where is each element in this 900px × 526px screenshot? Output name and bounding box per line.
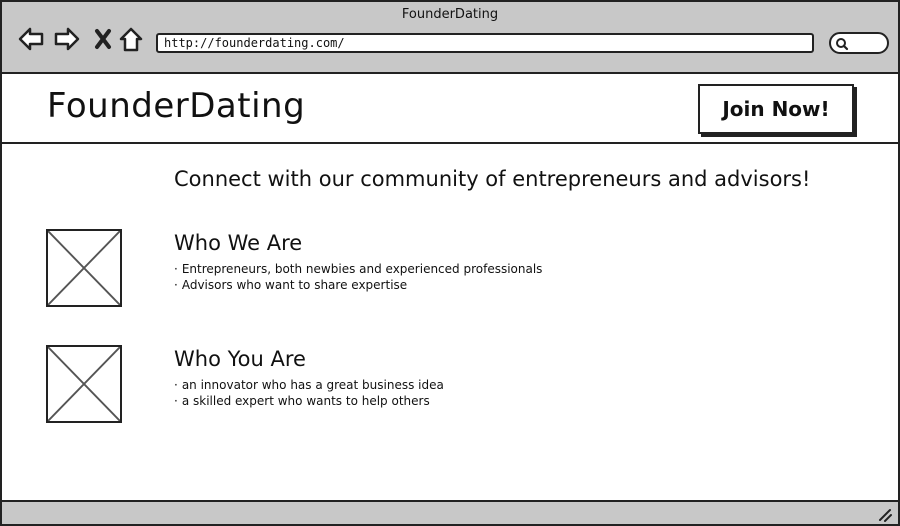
list-item: Advisors who want to share expertise [174, 277, 542, 293]
join-now-button[interactable]: Join Now! [698, 84, 854, 134]
list-item: Entrepreneurs, both newbies and experien… [174, 261, 543, 277]
browser-search-button[interactable] [829, 32, 889, 54]
image-placeholder-icon [48, 231, 120, 305]
section-title-who-you-are: Who You Are [174, 347, 306, 371]
image-placeholder [46, 345, 122, 423]
home-button[interactable] [116, 24, 146, 54]
back-arrow-icon [18, 27, 44, 51]
address-bar[interactable] [156, 33, 814, 53]
stop-button[interactable] [88, 24, 118, 54]
site-logo[interactable]: FounderDating [47, 86, 305, 126]
browser-toolbar: FounderDating [2, 2, 898, 74]
page-tagline: Connect with our community of entreprene… [174, 167, 811, 191]
window-title: FounderDating [401, 7, 499, 22]
who-you-are-list: an innovator who has a great business id… [174, 377, 444, 409]
forward-button[interactable] [52, 24, 82, 54]
image-placeholder [46, 229, 122, 307]
who-we-are-list: Entrepreneurs, both newbies and experien… [174, 261, 543, 293]
site-header: FounderDating Join Now! [2, 74, 898, 144]
section-title-who-we-are: Who We Are [174, 231, 303, 255]
browser-window: FounderDating http://founderdating.com/ … [0, 0, 900, 526]
resize-grip-icon[interactable] [876, 506, 892, 522]
home-icon [119, 27, 143, 52]
back-button[interactable] [16, 24, 46, 54]
status-bar [2, 500, 898, 524]
search-icon [836, 38, 849, 51]
list-item: a skilled expert who wants to help other… [174, 393, 444, 409]
image-placeholder-icon [48, 347, 120, 421]
list-item: an innovator who has a great business id… [174, 377, 444, 393]
forward-arrow-icon [54, 27, 80, 51]
close-icon [95, 29, 111, 49]
